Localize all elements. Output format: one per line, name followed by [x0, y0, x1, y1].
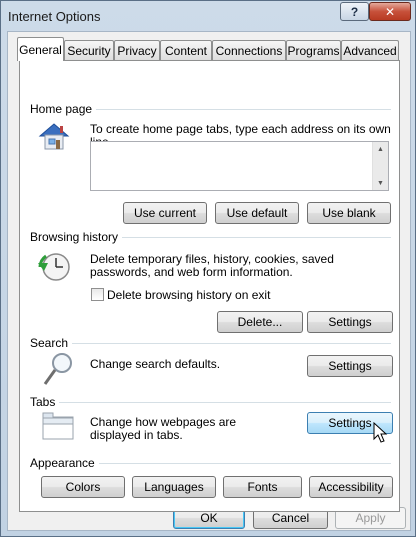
title-bar: Internet Options ? ✕ [1, 1, 415, 31]
button-label: Settings [328, 359, 372, 373]
tabs-heading: Tabs [30, 395, 60, 409]
browsing-history-settings-button[interactable]: Settings [307, 311, 393, 333]
tab-label: Content [164, 43, 208, 58]
dialog-client-area: General Security Privacy Content Connect… [7, 31, 411, 531]
tab-general[interactable]: General [17, 37, 64, 61]
use-blank-button[interactable]: Use blank [307, 202, 391, 224]
tab-label: Security [67, 43, 111, 58]
button-label: Accessibility [318, 480, 384, 494]
tab-label: Privacy [117, 43, 157, 58]
help-icon: ? [350, 4, 359, 19]
languages-button[interactable]: Languages [132, 476, 216, 498]
close-button[interactable]: ✕ [369, 2, 411, 21]
button-label: Use default [226, 206, 288, 220]
browsing-history-heading: Browsing history [30, 230, 123, 244]
button-label: Use current [133, 206, 197, 220]
window-title: Internet Options [8, 9, 101, 24]
scroll-up-icon[interactable]: ▲ [373, 142, 388, 156]
button-label: OK [200, 511, 218, 525]
search-settings-button[interactable]: Settings [307, 355, 393, 377]
mouse-cursor-icon [373, 422, 388, 443]
help-button[interactable]: ? [340, 2, 369, 21]
tab-label: Connections [215, 43, 283, 58]
scroll-down-icon[interactable]: ▼ [373, 176, 388, 190]
tab-content[interactable]: Content [160, 40, 212, 60]
button-label: Settings [328, 315, 372, 329]
browsing-history-description: Delete temporary files, history, cookies… [90, 252, 334, 279]
home-page-icon [38, 123, 70, 150]
button-label: Languages [144, 480, 204, 494]
search-description: Change search defaults. [90, 357, 221, 371]
tab-privacy[interactable]: Privacy [114, 40, 160, 60]
tab-label: Programs [287, 43, 340, 58]
divider [32, 343, 391, 344]
search-heading: Search [30, 336, 73, 350]
accessibility-button[interactable]: Accessibility [309, 476, 393, 498]
home-page-address-input[interactable]: ▲ ▼ [90, 141, 389, 191]
button-label: Colors [65, 480, 101, 494]
general-tab-panel: Home page To create home page tabs, type… [19, 60, 400, 512]
tab-connections[interactable]: Connections [212, 40, 286, 60]
appearance-heading: Appearance [30, 456, 99, 470]
close-icon: ✕ [384, 4, 396, 19]
tab-advanced[interactable]: Advanced [341, 40, 399, 60]
delete-history-on-exit-label: Delete browsing history on exit [107, 288, 271, 302]
colors-button[interactable]: Colors [41, 476, 125, 498]
use-current-button[interactable]: Use current [123, 202, 207, 224]
tabs-description: Change how webpages are displayed in tab… [90, 415, 237, 442]
tab-label: Advanced [343, 43, 397, 58]
button-label: Apply [355, 511, 386, 525]
search-magnifier-icon [43, 353, 72, 385]
button-label: Use blank [322, 206, 376, 220]
button-label: Fonts [247, 480, 278, 494]
button-label: Cancel [271, 511, 310, 525]
fonts-button[interactable]: Fonts [223, 476, 302, 498]
tab-security[interactable]: Security [64, 40, 114, 60]
delete-button[interactable]: Delete... [217, 311, 303, 333]
use-default-button[interactable]: Use default [215, 202, 299, 224]
button-label: Delete... [237, 315, 283, 329]
delete-history-on-exit-checkbox[interactable] [91, 288, 104, 301]
vertical-scrollbar[interactable]: ▲ ▼ [372, 142, 388, 190]
tabs-window-icon [42, 412, 74, 440]
tab-label: General [19, 42, 62, 57]
home-page-heading: Home page [30, 102, 97, 116]
history-clock-icon [38, 253, 70, 281]
button-label: Settings [328, 416, 372, 430]
divider [32, 402, 391, 403]
tab-programs[interactable]: Programs [286, 40, 341, 60]
internet-options-window: Internet Options ? ✕ General Security Pr… [0, 0, 416, 537]
